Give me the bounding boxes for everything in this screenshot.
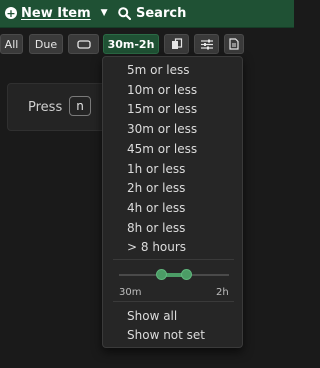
filter-duration-label: 30m-2h	[107, 37, 155, 51]
caret-down-icon: ▼	[100, 8, 108, 18]
toggle-view-button[interactable]	[68, 34, 99, 54]
slider-min-handle[interactable]	[156, 269, 167, 280]
search-label: Search	[136, 5, 187, 21]
duration-dropdown: 5m or less 10m or less 15m or less 30m o…	[102, 56, 243, 348]
plus-circle-icon: +	[5, 6, 17, 20]
document-icon	[229, 38, 239, 50]
settings-button[interactable]	[194, 34, 219, 54]
sliders-icon	[200, 39, 213, 49]
filter-bar: All Due 30m-2h	[0, 34, 294, 56]
filter-due-label: Due	[34, 37, 58, 51]
slider-max-handle[interactable]	[181, 269, 192, 280]
rectangle-toggle-icon	[76, 39, 91, 49]
slider-max-label: 2h	[216, 287, 229, 298]
duration-option[interactable]: 1h or less	[127, 161, 185, 177]
duration-option[interactable]: 15m or less	[127, 101, 197, 117]
top-bar: + New Item ▼ Search	[0, 0, 294, 28]
press-hint-text: Press	[28, 100, 63, 115]
filter-duration-button[interactable]: 30m-2h	[103, 34, 159, 54]
filter-all-label: All	[4, 37, 19, 51]
duration-option[interactable]: 5m or less	[127, 62, 189, 78]
show-all-option[interactable]: Show all	[127, 308, 177, 324]
slider-min-label: 30m	[119, 287, 142, 298]
show-not-set-option[interactable]: Show not set	[127, 327, 205, 343]
shortcut-key: n	[69, 96, 91, 116]
new-item-button[interactable]: + New Item ▼	[5, 4, 108, 22]
duration-option[interactable]: > 8 hours	[127, 239, 186, 255]
menu-divider	[113, 301, 234, 302]
filter-due-button[interactable]: Due	[29, 34, 63, 54]
duration-option[interactable]: 10m or less	[127, 82, 197, 98]
copy-icon	[171, 38, 182, 49]
duration-option[interactable]: 30m or less	[127, 121, 197, 137]
copy-button[interactable]	[164, 34, 189, 54]
duration-option[interactable]: 45m or less	[127, 141, 197, 157]
notes-button[interactable]	[224, 34, 244, 54]
filter-all-button[interactable]: All	[0, 34, 23, 54]
duration-option[interactable]: 4h or less	[127, 200, 185, 216]
duration-option[interactable]: 2h or less	[127, 180, 185, 196]
search-button[interactable]: Search	[118, 4, 186, 22]
search-icon	[118, 6, 131, 20]
duration-option[interactable]: 8h or less	[127, 220, 185, 236]
menu-divider	[113, 259, 234, 260]
new-item-label: New Item	[21, 5, 91, 21]
